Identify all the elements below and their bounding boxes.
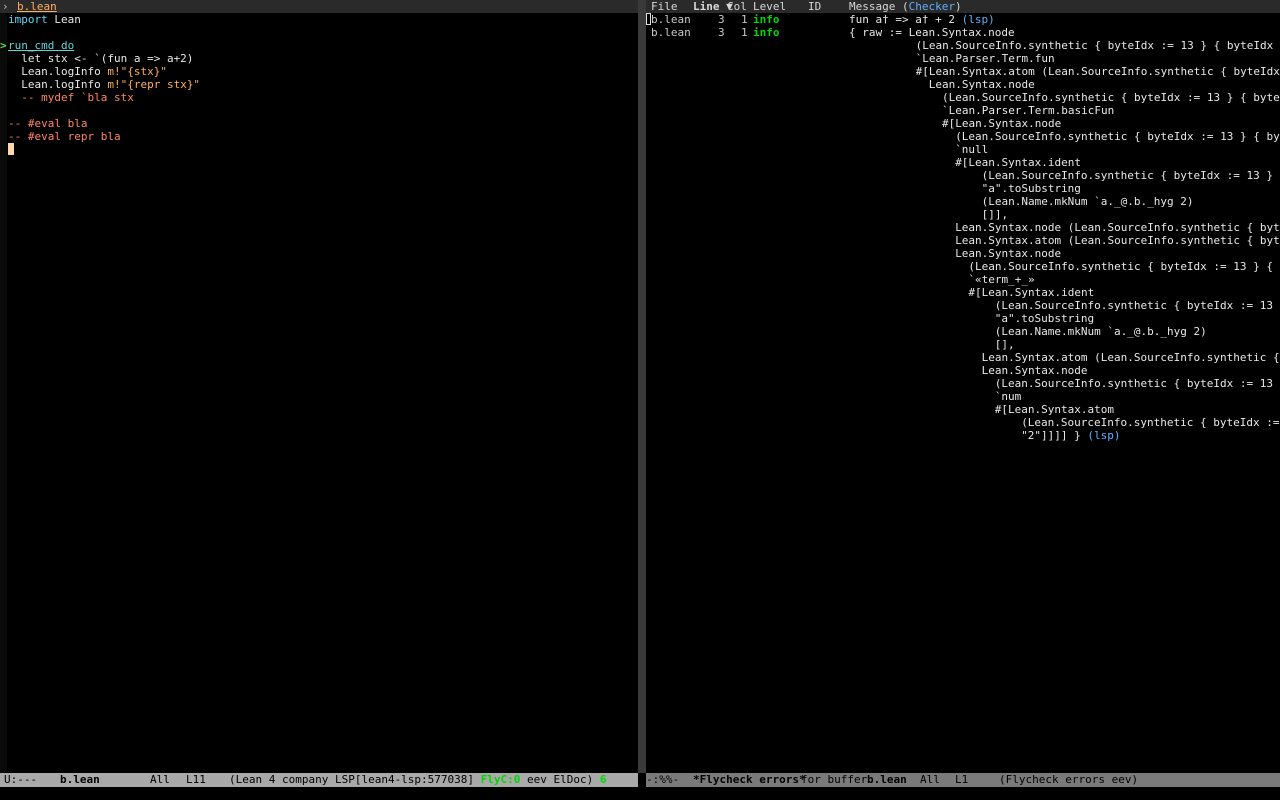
row-col: 1 (741, 26, 748, 39)
message-continuation: [], (994, 338, 1015, 351)
buffer-name[interactable]: b.lean (60, 773, 100, 787)
code-line[interactable]: Lean.logInfo m!"{stx}" (8, 65, 167, 78)
message-continuation: []], (981, 208, 1009, 221)
message-continuation: Lean.Syntax.node (928, 78, 1035, 91)
code-line[interactable]: let stx <- `(fun a => a+2) (8, 52, 193, 65)
row-col: 1 (741, 13, 748, 26)
code-line[interactable]: run_cmd do > (0, 39, 74, 52)
mode-line-left: U:--- b.lean All L11 (Lean 4 company LSP… (0, 773, 638, 787)
col-header-file[interactable]: File (651, 0, 678, 13)
message-continuation: Lean.Syntax.atom (Lean.SourceInfo.synthe… (955, 234, 1280, 247)
message-continuation: (Lean.SourceInfo.synthetic { byteIdx := … (981, 169, 1280, 182)
error-row[interactable]: b.lean 3 1 info fun a† => a† + 2 (lsp) (646, 13, 1280, 26)
buffer-status: -:%%- (646, 773, 680, 786)
fringe-arrow-icon: > (0, 39, 7, 52)
mode-list[interactable]: (Flycheck errors eev) (999, 773, 1138, 787)
col-header-level[interactable]: Level (753, 0, 786, 13)
message-continuation: (Lean.SourceInfo.synthetic { byteIdx := … (915, 39, 1280, 52)
row-message: fun a† => a† + 2 (lsp) (849, 13, 995, 26)
row-message: { raw := Lean.Syntax.node (849, 26, 1015, 39)
target-buffer[interactable]: b.lean (867, 773, 907, 787)
checker-link[interactable]: Checker (909, 0, 955, 13)
message-continuation: `null (955, 143, 989, 156)
minibuffer[interactable] (0, 787, 1280, 800)
flycheck-status: FlyC:0 (480, 773, 521, 786)
mode-list[interactable]: (Lean 4 company LSP[lean4-lsp:577038] Fl… (229, 773, 607, 787)
message-continuation: (Lean.SourceInfo.synthetic { byteIdx := … (994, 299, 1280, 312)
window-divider[interactable] (638, 0, 646, 773)
message-continuation: `Lean.Parser.Term.basicFun (942, 104, 1115, 117)
row-line: 3 (718, 26, 725, 39)
message-continuation: #[Lean.Syntax.atom (Lean.SourceInfo.synt… (915, 65, 1280, 78)
message-continuation: Lean.Syntax.atom (Lean.SourceInfo.synthe… (981, 351, 1280, 364)
row-level: info (753, 26, 780, 39)
message-continuation: #[Lean.Syntax.ident (955, 156, 1082, 169)
header-filename[interactable]: b.lean (17, 0, 57, 13)
editor-buffer[interactable]: import Lean run_cmd do > let stx <- `(fun … (0, 13, 638, 773)
mode-line-right: -:%%- *Flycheck errors* for buffer b.lea… (646, 773, 1280, 787)
line-number: L1 (955, 773, 969, 786)
mode-count: 6 (599, 773, 607, 786)
message-continuation: "2"]]]] } (lsp) (1021, 429, 1121, 442)
col-header-id[interactable]: ID (808, 0, 821, 13)
message-continuation: (Lean.SourceInfo.synthetic { byteIdx := … (942, 91, 1280, 104)
col-header-message[interactable]: Message (Checker) (849, 0, 962, 13)
row-file: b.lean (651, 26, 691, 39)
code-line[interactable]: -- #eval repr bla (8, 130, 121, 143)
buffer-name[interactable]: *Flycheck errors* (693, 773, 806, 787)
row-file: b.lean (651, 13, 691, 26)
message-continuation: Lean.Syntax.node (955, 247, 1062, 260)
buffer-position: All (150, 773, 170, 786)
buffer-for-text: for buffer (801, 773, 868, 786)
error-row[interactable]: b.lean 3 1 info { raw := Lean.Syntax.node (646, 26, 1280, 39)
message-continuation: "a".toSubstring (981, 182, 1081, 195)
text-cursor (8, 143, 14, 156)
code-line[interactable]: Lean.logInfo m!"{repr stx}" (8, 78, 200, 91)
row-level: info (753, 13, 780, 26)
line-number: L11 (186, 773, 206, 786)
left-header-line: › b.lean (0, 0, 638, 13)
message-continuation: (Lean.Name.mkNum `a._@.b._hyg 2) (994, 325, 1207, 338)
code-line[interactable]: -- mydef `bla stx (8, 91, 134, 104)
message-continuation: #[Lean.Syntax.ident (968, 286, 1095, 299)
col-header-col[interactable]: Col (727, 0, 747, 13)
message-continuation: Lean.Syntax.node (981, 364, 1088, 377)
code-line[interactable]: import Lean (8, 13, 81, 26)
message-continuation: (Lean.SourceInfo.synthetic { byteIdx := … (994, 377, 1280, 390)
message-continuation: (Lean.Name.mkNum `a._@.b._hyg 2) (981, 195, 1194, 208)
flycheck-errors-list[interactable]: b.lean 3 1 info fun a† => a† + 2 (lsp) b.lean… (646, 13, 1280, 773)
header-marker: › (2, 0, 9, 13)
message-continuation: (Lean.SourceInfo.synthetic { byteIdx := … (968, 260, 1280, 273)
message-continuation: #[Lean.Syntax.node (942, 117, 1062, 130)
list-cursor (646, 13, 651, 25)
message-continuation: Lean.Syntax.node (Lean.SourceInfo.synthe… (955, 221, 1280, 234)
message-continuation: (Lean.SourceInfo.synthetic { byteIdx := … (1021, 416, 1280, 429)
message-continuation: (Lean.SourceInfo.synthetic { byteIdx := … (955, 130, 1280, 143)
message-continuation: `Lean.Parser.Term.fun (915, 52, 1055, 65)
code-line[interactable]: -- #eval bla (8, 117, 87, 130)
buffer-status: U:--- (4, 773, 38, 786)
buffer-position: All (920, 773, 940, 786)
row-line: 3 (718, 13, 725, 26)
flycheck-header: File Line ▼ Col Level ID Message (Checke… (646, 0, 1280, 13)
message-continuation: #[Lean.Syntax.atom (994, 403, 1115, 416)
message-continuation: `num (994, 390, 1022, 403)
message-continuation: "a".toSubstring (994, 312, 1095, 325)
message-continuation: `«term_+_» (968, 273, 1035, 286)
